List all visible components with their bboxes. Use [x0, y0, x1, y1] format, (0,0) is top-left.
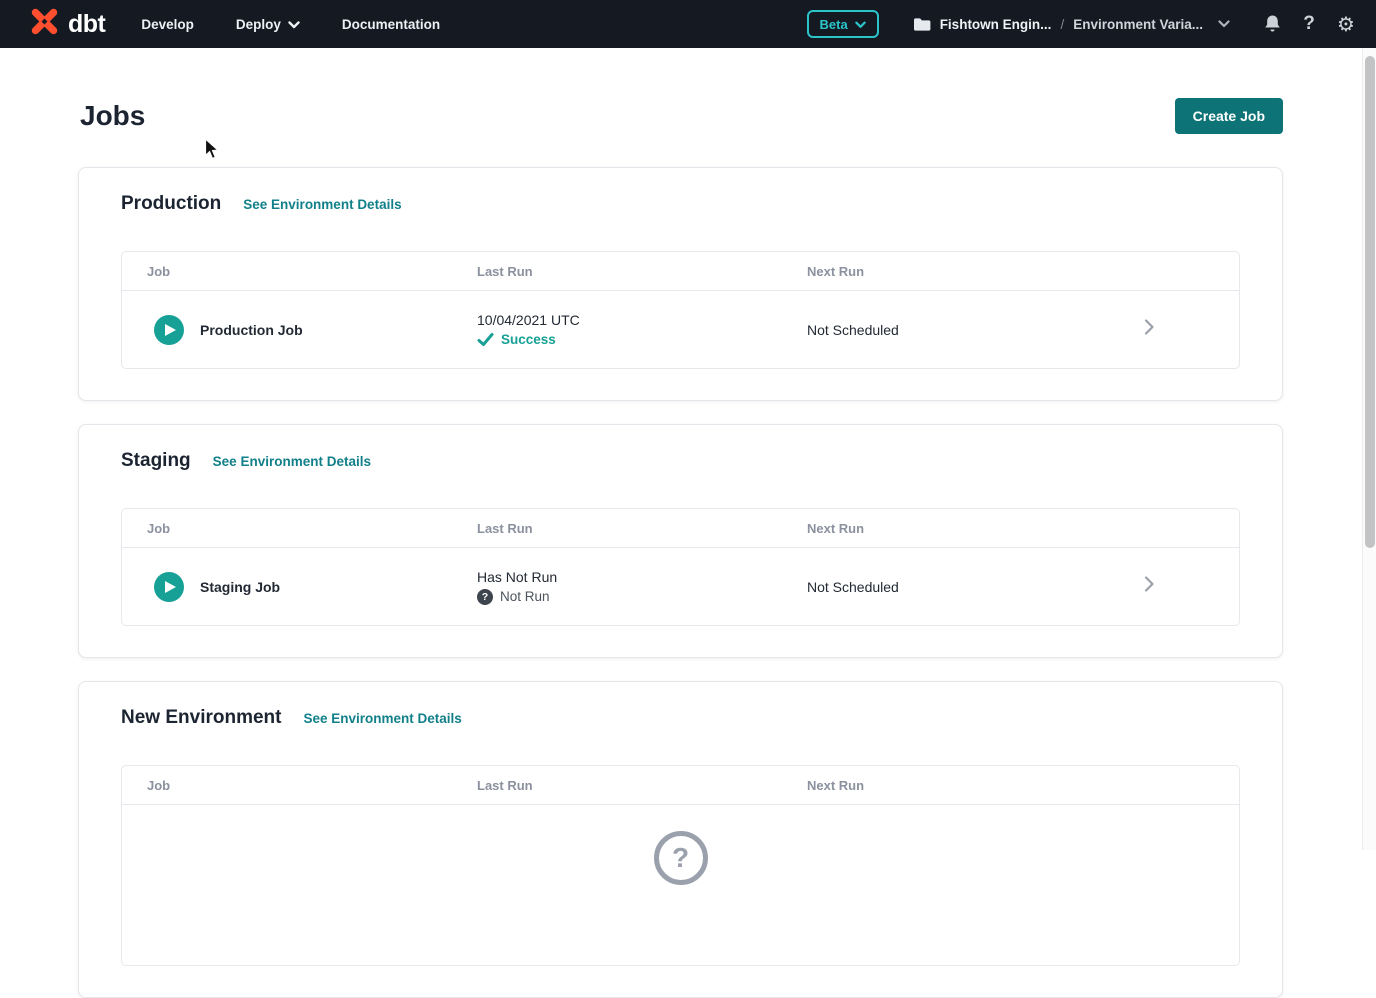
column-header-last-run: Last Run: [477, 778, 807, 793]
navbar-right: Beta Fishtown Engin... / Environment Var…: [807, 10, 1359, 38]
dbt-logo-text: dbt: [68, 10, 105, 39]
play-icon: [165, 581, 176, 593]
nav-links: Develop Deploy Documentation: [141, 17, 440, 32]
dbt-logo-icon: [28, 5, 61, 43]
vertical-scrollbar[interactable]: [1362, 48, 1376, 850]
bell-icon[interactable]: [1260, 12, 1284, 36]
environment-name: New Environment: [121, 707, 281, 729]
column-header-job: Job: [122, 778, 477, 793]
help-icon[interactable]: ?: [1297, 12, 1321, 36]
job-row-staging[interactable]: Staging Job Has Not Run ? Not Run Not Sc…: [122, 548, 1239, 625]
job-table: Job Last Run Next Run Production Job 10/…: [121, 251, 1240, 369]
question-circle-icon: ?: [654, 831, 708, 885]
play-icon: [165, 324, 176, 336]
status-badge: Success: [501, 332, 556, 347]
dbt-logo[interactable]: dbt: [28, 5, 105, 43]
column-header-job: Job: [122, 264, 477, 279]
page-title: Jobs: [80, 100, 145, 132]
column-header-last-run: Last Run: [477, 264, 807, 279]
column-header-next-run: Next Run: [807, 521, 1129, 536]
folder-icon: [913, 17, 931, 32]
chevron-down-icon: [288, 17, 300, 32]
run-job-button[interactable]: [154, 315, 184, 345]
see-environment-details-link[interactable]: See Environment Details: [243, 197, 401, 212]
environment-name: Production: [121, 193, 221, 215]
column-header-job: Job: [122, 521, 477, 536]
scrollbar-thumb[interactable]: [1365, 56, 1375, 548]
environment-name: Staging: [121, 450, 191, 472]
navbar-icon-cluster: ? ⚙: [1260, 12, 1358, 36]
chevron-down-icon: [855, 17, 866, 32]
breadcrumb-page[interactable]: Environment Varia...: [1073, 17, 1203, 32]
breadcrumb-separator: /: [1060, 17, 1064, 32]
chevron-right-icon[interactable]: [1144, 318, 1155, 341]
last-run-date: 10/04/2021 UTC: [477, 312, 807, 328]
beta-dropdown[interactable]: Beta: [807, 10, 879, 38]
next-run-value: Not Scheduled: [807, 322, 1129, 338]
environment-card-production: Production See Environment Details Job L…: [78, 167, 1283, 401]
chevron-down-icon[interactable]: [1218, 20, 1230, 28]
job-row-production[interactable]: Production Job 10/04/2021 UTC Success No…: [122, 291, 1239, 368]
check-icon: [477, 332, 494, 347]
column-header-next-run: Next Run: [807, 778, 1129, 793]
column-header-last-run: Last Run: [477, 521, 807, 536]
nav-item-documentation[interactable]: Documentation: [342, 17, 440, 32]
main-area: Jobs Create Job Production See Environme…: [0, 48, 1362, 850]
see-environment-details-link[interactable]: See Environment Details: [303, 711, 461, 726]
empty-jobs-state: ?: [122, 805, 1239, 965]
breadcrumb: Fishtown Engin... / Environment Varia...: [913, 17, 1230, 32]
job-table: Job Last Run Next Run ?: [121, 765, 1240, 966]
environment-card-new-environment: New Environment See Environment Details …: [78, 681, 1283, 998]
top-navbar: dbt Develop Deploy Documentation Beta: [0, 0, 1376, 48]
run-job-button[interactable]: [154, 572, 184, 602]
chevron-right-icon[interactable]: [1144, 575, 1155, 598]
job-table: Job Last Run Next Run Staging Job Has No…: [121, 508, 1240, 626]
breadcrumb-project[interactable]: Fishtown Engin...: [940, 17, 1052, 32]
see-environment-details-link[interactable]: See Environment Details: [213, 454, 371, 469]
job-name[interactable]: Production Job: [200, 322, 303, 338]
question-circle-icon: ?: [477, 589, 493, 605]
nav-item-deploy[interactable]: Deploy: [236, 17, 300, 32]
last-run-date: Has Not Run: [477, 569, 807, 585]
job-name[interactable]: Staging Job: [200, 579, 280, 595]
status-badge: Not Run: [500, 589, 550, 604]
create-job-button[interactable]: Create Job: [1175, 98, 1283, 134]
column-header-next-run: Next Run: [807, 264, 1129, 279]
next-run-value: Not Scheduled: [807, 579, 1129, 595]
nav-item-develop[interactable]: Develop: [141, 17, 194, 32]
environment-card-staging: Staging See Environment Details Job Last…: [78, 424, 1283, 658]
gear-icon[interactable]: ⚙: [1334, 12, 1358, 36]
